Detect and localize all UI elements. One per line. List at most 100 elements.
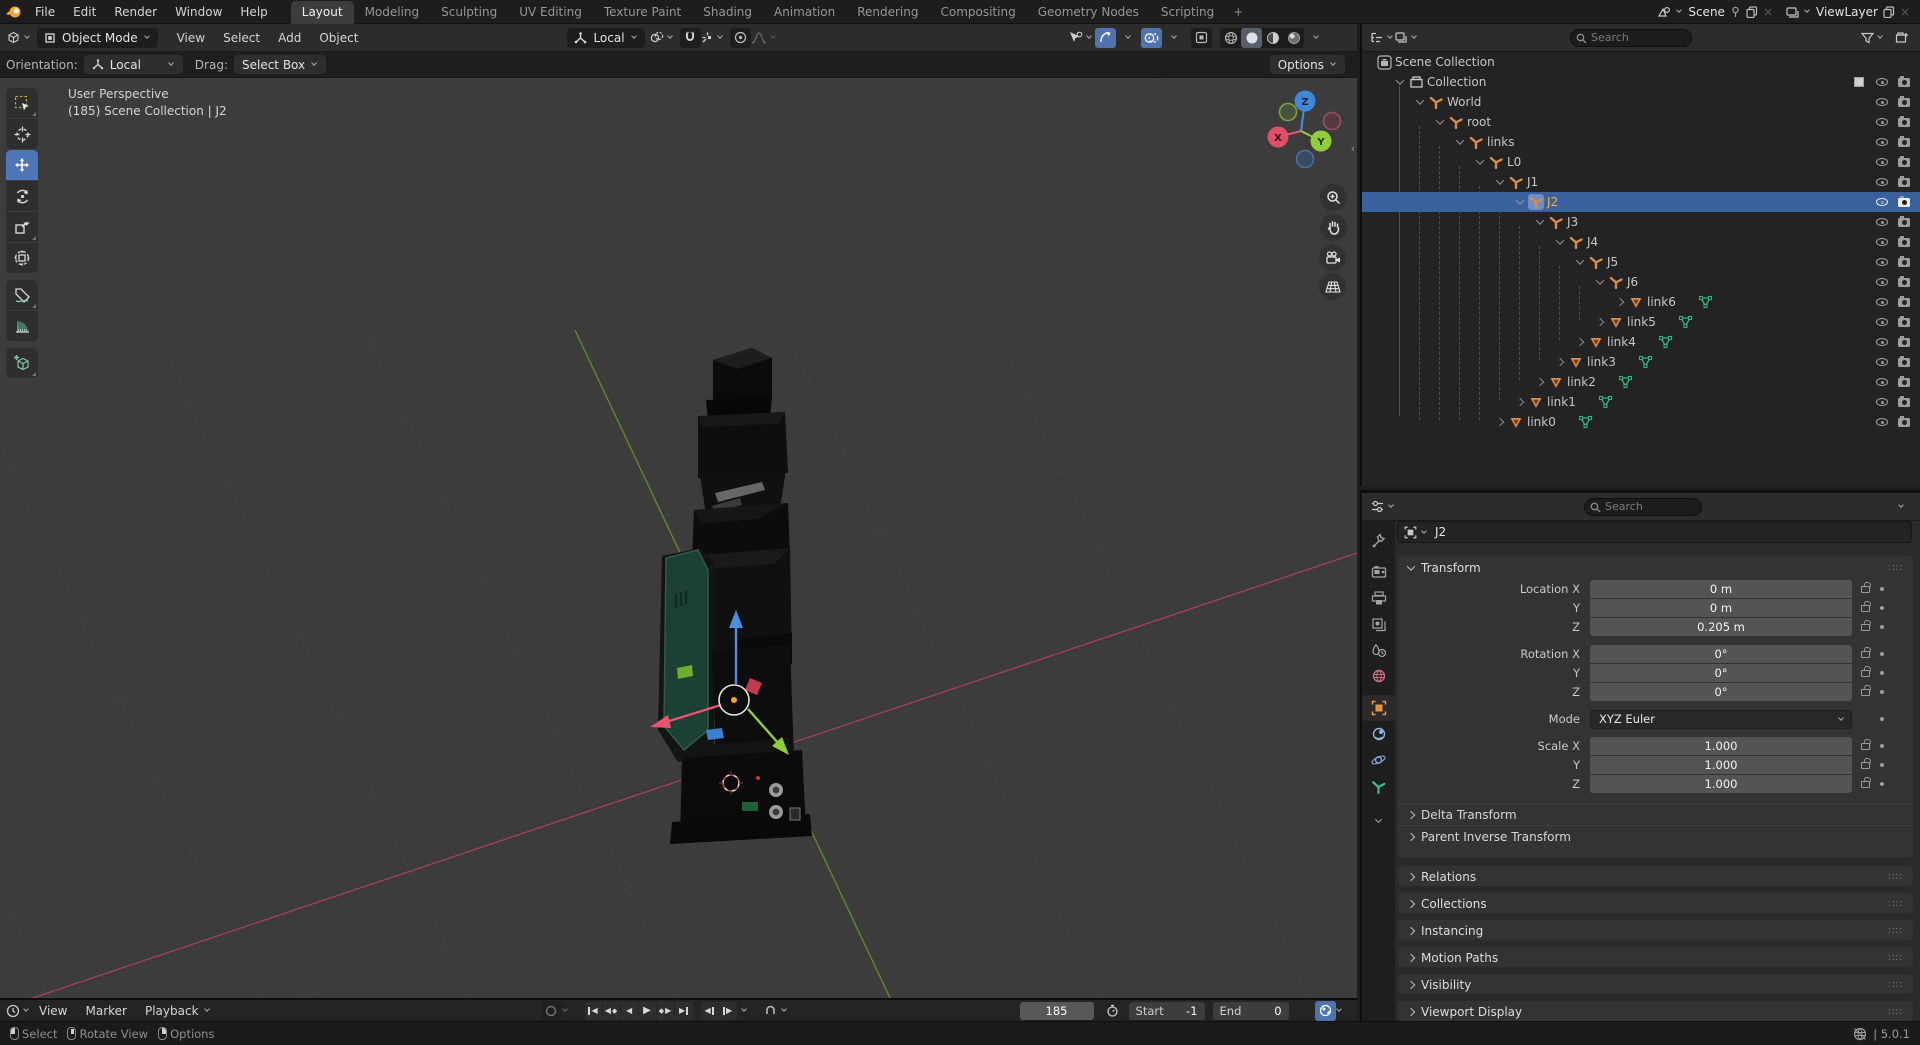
expander-open-icon[interactable] (1394, 79, 1406, 85)
rotation-z-field[interactable]: 0° (1590, 683, 1852, 701)
prev-frame-button[interactable]: ◀ (701, 1002, 719, 1020)
menu-file[interactable]: File (26, 5, 64, 19)
tab-uv-editing[interactable]: UV Editing (508, 1, 593, 24)
expander-open-icon[interactable] (1554, 239, 1566, 245)
drag-mode-dropdown[interactable]: Select Box (234, 55, 326, 74)
outliner-row-world[interactable]: World (1362, 92, 1920, 112)
shading-wireframe-button[interactable] (1220, 28, 1241, 48)
properties-options-dropdown[interactable] (1891, 497, 1912, 517)
outliner-row-link4[interactable]: link4 (1362, 332, 1920, 352)
expander-open-icon[interactable] (1414, 99, 1426, 105)
outliner-row-link5[interactable]: link5 (1362, 312, 1920, 332)
motion-paths-panel[interactable]: Motion Paths∷∷ (1397, 946, 1914, 968)
outliner-row-J4[interactable]: J4 (1362, 232, 1920, 252)
expander-open-icon[interactable] (1594, 279, 1606, 285)
expander-closed-icon[interactable] (1594, 319, 1606, 325)
proportional-editing-toggle[interactable] (730, 28, 751, 48)
rotation-y-field[interactable]: 0° (1590, 664, 1852, 682)
tab-physics[interactable] (1362, 747, 1395, 773)
lock-icon[interactable] (1861, 689, 1870, 696)
tab-scripting[interactable]: Scripting (1150, 1, 1225, 24)
loop-dropdown[interactable] (781, 1007, 788, 1014)
viewport-display-panel[interactable]: Viewport Display∷∷ (1397, 1000, 1914, 1022)
lock-icon[interactable] (1861, 651, 1870, 658)
animate-dot[interactable] (1880, 625, 1884, 629)
timeline-menu-marker[interactable]: Marker (76, 1004, 135, 1018)
expander-closed-icon[interactable] (1494, 419, 1506, 425)
tool-scale[interactable] (6, 212, 38, 242)
animate-dot[interactable] (1880, 717, 1884, 721)
drag-handle[interactable]: ∷∷ (1888, 563, 1903, 574)
snap-toggle[interactable] (680, 28, 701, 48)
tool-add-cube[interactable] (6, 348, 38, 378)
camera-visibility-icon[interactable] (1898, 398, 1910, 407)
keying-dropdown[interactable] (562, 1007, 569, 1014)
animate-dot[interactable] (1880, 690, 1884, 694)
expander-closed-icon[interactable] (1514, 399, 1526, 405)
outliner-row-L0[interactable]: L0 (1362, 152, 1920, 172)
camera-view-button[interactable] (1319, 244, 1346, 271)
location-y-field[interactable]: 0 m (1590, 599, 1852, 617)
gizmos-toggle[interactable] (1095, 28, 1116, 48)
tab-object-data[interactable] (1362, 773, 1395, 799)
animate-dot[interactable] (1880, 763, 1884, 767)
sidebar-collapse-handle[interactable]: ‹ (1351, 142, 1355, 155)
expander-closed-icon[interactable] (1554, 359, 1566, 365)
delta-transform-panel-header[interactable]: Delta Transform (1398, 803, 1913, 825)
editor-type-button[interactable] (6, 28, 31, 48)
expander-open-icon[interactable] (1534, 219, 1546, 225)
menu-help[interactable]: Help (231, 5, 276, 19)
scene-name[interactable]: Scene (1688, 5, 1725, 19)
camera-visibility-icon[interactable] (1898, 118, 1910, 127)
camera-visibility-icon[interactable] (1898, 78, 1910, 87)
tab-modeling[interactable]: Modeling (354, 1, 431, 24)
sync-mode-button[interactable] (1315, 1001, 1336, 1021)
camera-visibility-icon[interactable] (1898, 138, 1910, 147)
hide-icon[interactable] (1876, 78, 1888, 86)
new-scene-icon[interactable] (1746, 6, 1758, 18)
shading-material-button[interactable] (1262, 28, 1283, 48)
location-z-field[interactable]: 0.205 m (1590, 618, 1852, 636)
viewport-3d[interactable]: User Perspective (185) Scene Collection … (0, 78, 1357, 998)
outliner-display-mode-dropdown[interactable] (1370, 28, 1394, 48)
hide-icon[interactable] (1876, 198, 1888, 206)
rotation-mode-dropdown[interactable]: XYZ Euler (1590, 710, 1852, 729)
outliner-row-J5[interactable]: J5 (1362, 252, 1920, 272)
mode-dropdown[interactable]: Object Mode (37, 28, 158, 48)
expander-open-icon[interactable] (1474, 159, 1486, 165)
proportional-falloff-dropdown[interactable] (751, 28, 777, 48)
tab-sculpting[interactable]: Sculpting (430, 1, 508, 24)
add-workspace-button[interactable]: + (1225, 1, 1251, 24)
play-button[interactable]: ▶ (639, 1002, 657, 1020)
hide-icon[interactable] (1876, 258, 1888, 266)
camera-visibility-icon[interactable] (1898, 218, 1910, 227)
outliner-search-input[interactable] (1591, 31, 1676, 44)
tab-tool[interactable] (1362, 527, 1395, 553)
collections-panel[interactable]: Collections∷∷ (1397, 892, 1914, 914)
transform-orientation-dropdown[interactable]: Local (567, 28, 644, 48)
new-collection-button[interactable] (1891, 28, 1912, 48)
tool-move[interactable] (6, 150, 38, 180)
outliner-row-collection[interactable]: Collection (1362, 72, 1920, 92)
outliner-row-J1[interactable]: J1 (1362, 172, 1920, 192)
transform-panel-header[interactable]: Transform ∷∷ (1398, 556, 1913, 580)
blender-logo-icon[interactable] (0, 4, 26, 19)
lock-icon[interactable] (1861, 605, 1870, 612)
outliner-filter-display-dropdown[interactable] (1394, 28, 1418, 48)
animate-dot[interactable] (1880, 606, 1884, 610)
jump-to-end-button[interactable]: ▶ (675, 1002, 693, 1020)
hide-icon[interactable] (1876, 178, 1888, 186)
hide-icon[interactable] (1876, 398, 1888, 406)
tab-shading[interactable]: Shading (692, 1, 763, 24)
shading-rendered-button[interactable] (1283, 28, 1304, 48)
instancing-panel[interactable]: Instancing∷∷ (1397, 919, 1914, 941)
use-preview-range-toggle[interactable] (1102, 1001, 1123, 1021)
timeline-menu-view[interactable]: View (30, 1004, 76, 1018)
current-frame-field[interactable]: 185 (1020, 1002, 1094, 1020)
menu-select[interactable]: Select (214, 31, 269, 45)
gizmos-dropdown[interactable] (1118, 28, 1139, 48)
tab-world[interactable] (1362, 663, 1395, 689)
hide-icon[interactable] (1876, 318, 1888, 326)
rotation-x-field[interactable]: 0° (1590, 645, 1852, 663)
outliner-row-J2-selected[interactable]: J2 (1362, 192, 1920, 212)
